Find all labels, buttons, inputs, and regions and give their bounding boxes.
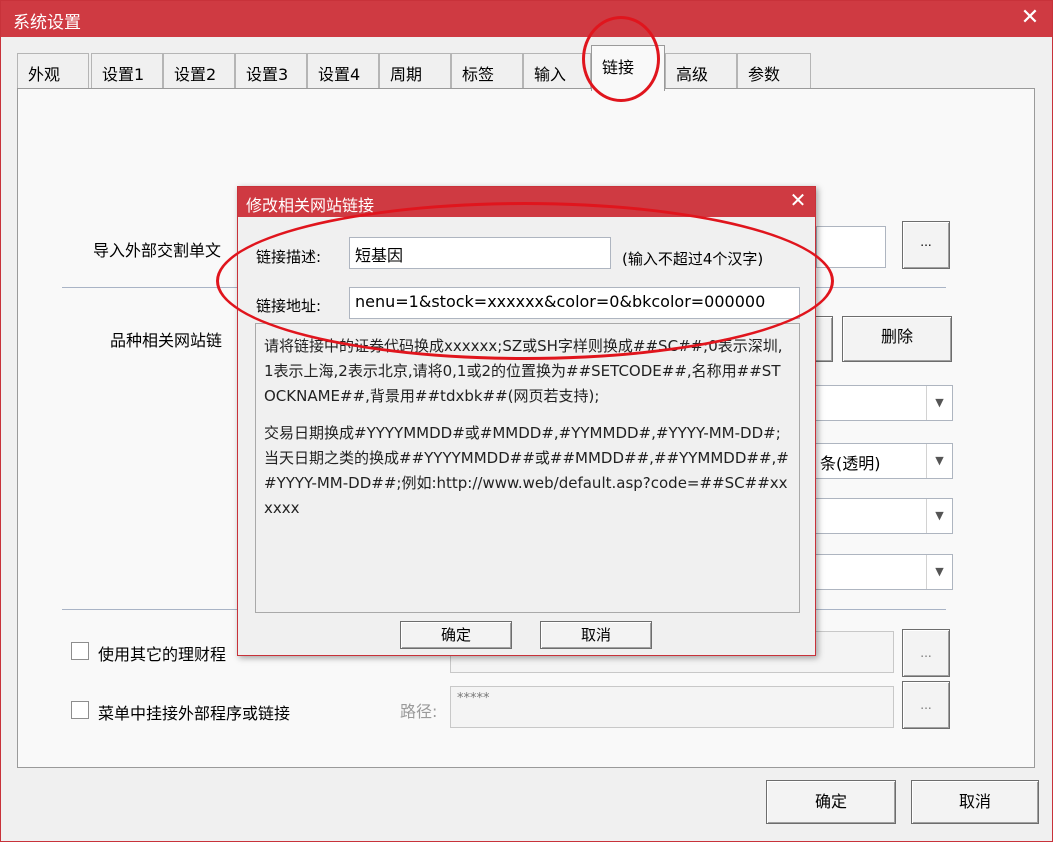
import-browse-button[interactable]: ... [902, 221, 950, 269]
tab-settings1[interactable]: 设置1 [91, 53, 163, 89]
chevron-down-icon: ▼ [926, 499, 952, 533]
tab-settings2[interactable]: 设置2 [163, 53, 235, 89]
tab-label: 外观 [28, 65, 61, 84]
dialog-title: 修改相关网站链接 [246, 196, 375, 215]
delete-link-button[interactable]: 删除 [842, 316, 952, 362]
link-addr-value: nenu=1&stock=xxxxxx&color=0&bkcolor=0000… [355, 292, 766, 311]
external-path-field[interactable]: ***** [450, 686, 894, 728]
chevron-down-icon: ▼ [926, 555, 952, 589]
tab-period[interactable]: 周期 [379, 53, 451, 89]
tab-label: 周期 [390, 65, 423, 84]
tab-label: 设置1 [102, 65, 145, 84]
link-help-text: 请将链接中的证券代码换成xxxxxx;SZ或SH字样则换成##SC##;0表示深… [255, 323, 800, 613]
use-other-finance-label: 使用其它的理财程 [98, 645, 227, 664]
import-path-field[interactable] [816, 226, 886, 268]
tab-parameters[interactable]: 参数 [737, 53, 811, 89]
cancel-button[interactable]: 取消 [911, 780, 1039, 824]
dialog-close-icon[interactable]: ✕ [787, 188, 809, 212]
combo-option-1[interactable]: ▼ [813, 385, 953, 421]
window-title-bar[interactable]: 系统设置 ✕ [1, 1, 1052, 37]
help-paragraph-2: 交易日期换成#YYYYMMDD#或#MMDD#,#YYMMDD#,#YYYY-M… [264, 424, 789, 517]
tab-label: 输入 [534, 65, 567, 84]
combo-option-3[interactable]: ▼ [813, 498, 953, 534]
edit-site-link-dialog: 修改相关网站链接 ✕ 链接描述: 短基因 (输入不超过4个汉字) 链接地址: n… [237, 186, 816, 656]
import-statement-label: 导入外部交割单文 [93, 241, 222, 260]
dialog-ok-button[interactable]: 确定 [400, 621, 512, 649]
tab-label: 链接 [602, 58, 635, 77]
combo-option-4[interactable]: ▼ [813, 554, 953, 590]
close-icon[interactable]: ✕ [1018, 5, 1042, 30]
window-title: 系统设置 [13, 13, 81, 33]
tab-label-tags[interactable]: 标签 [451, 53, 523, 89]
menu-external-label: 菜单中挂接外部程序或链接 [98, 704, 291, 723]
tab-appearance[interactable]: 外观 [17, 53, 89, 89]
tab-links[interactable]: 链接 [591, 45, 665, 91]
tab-input[interactable]: 输入 [523, 53, 591, 89]
help-paragraph-1: 请将链接中的证券代码换成xxxxxx;SZ或SH字样则换成##SC##;0表示深… [264, 337, 783, 405]
tab-label: 设置4 [318, 65, 361, 84]
chevron-down-icon: ▼ [926, 444, 952, 478]
tab-advanced[interactable]: 高级 [665, 53, 737, 89]
link-desc-label: 链接描述: [256, 248, 322, 266]
external-path-placeholder: ***** [457, 691, 490, 706]
tab-label: 参数 [748, 65, 781, 84]
menu-external-checkbox[interactable] [71, 701, 89, 719]
tab-label: 标签 [462, 65, 495, 84]
tab-label: 设置2 [174, 65, 217, 84]
ok-button[interactable]: 确定 [766, 780, 896, 824]
tab-settings4[interactable]: 设置4 [307, 53, 379, 89]
dialog-title-bar[interactable]: 修改相关网站链接 ✕ [238, 187, 815, 217]
other-finance-browse-button[interactable]: ... [902, 629, 950, 677]
link-addr-label: 链接地址: [256, 297, 322, 315]
tab-label: 设置3 [246, 65, 289, 84]
site-link-label: 品种相关网站链 [110, 331, 223, 350]
edit-link-button[interactable] [813, 316, 833, 362]
combo-option-2-value: 条(透明) [820, 454, 881, 473]
link-addr-input[interactable]: nenu=1&stock=xxxxxx&color=0&bkcolor=0000… [349, 287, 800, 319]
tab-label: 高级 [676, 65, 709, 84]
tab-settings3[interactable]: 设置3 [235, 53, 307, 89]
chevron-down-icon: ▼ [926, 386, 952, 420]
use-other-finance-checkbox[interactable] [71, 642, 89, 660]
link-desc-input[interactable]: 短基因 [349, 237, 611, 269]
link-desc-hint: (输入不超过4个汉字) [622, 250, 764, 268]
combo-option-2[interactable]: 条(透明) ▼ [813, 443, 953, 479]
external-path-browse-button[interactable]: ... [902, 681, 950, 729]
dialog-cancel-button[interactable]: 取消 [540, 621, 652, 649]
path-label: 路径: [400, 702, 438, 721]
link-desc-value: 短基因 [355, 246, 404, 265]
